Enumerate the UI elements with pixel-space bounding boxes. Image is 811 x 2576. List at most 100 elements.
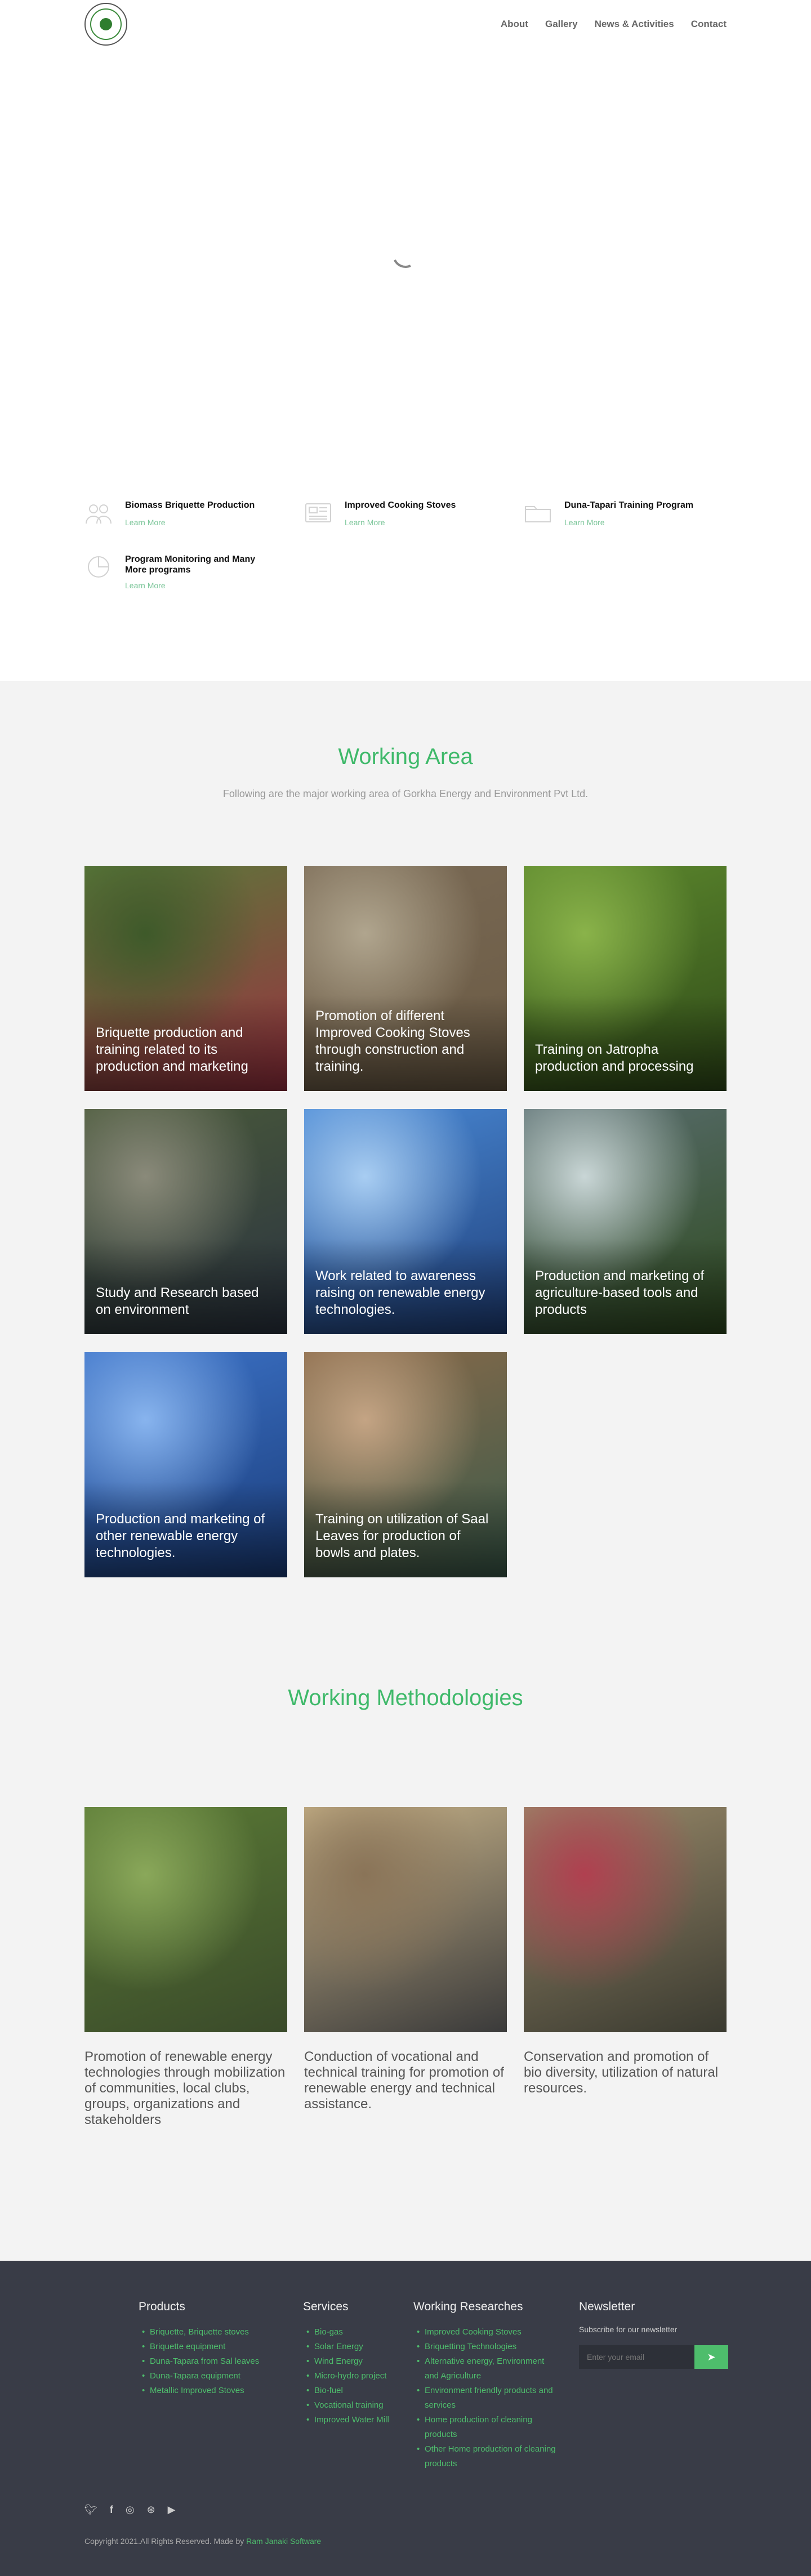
footer-products-list: Briquette, Briquette stovesBriquette equ… — [139, 2325, 279, 2398]
main-nav: About Gallery News & Activities Contact — [492, 19, 727, 30]
service-item[interactable]: Duna-Tapari Training Program Learn More — [524, 498, 704, 543]
learn-more-link[interactable]: Learn More — [345, 518, 385, 527]
methodology-photo — [524, 1807, 727, 2032]
footer-link[interactable]: Environment friendly products and servic… — [413, 2383, 560, 2413]
footer-link[interactable]: Duna-Tapara from Sal leaves — [139, 2354, 279, 2369]
developer-link[interactable]: Ram Janaki Software — [246, 2537, 321, 2546]
footer-link[interactable]: Alternative energy, Environment and Agri… — [413, 2354, 560, 2383]
hero-slider — [0, 51, 811, 490]
newspaper-icon — [305, 503, 331, 522]
footer-link[interactable]: Briquette, Briquette stoves — [139, 2325, 279, 2340]
card-caption: Training on utilization of Saal Leaves f… — [315, 1511, 489, 1560]
footer-link[interactable]: Improved Water Mill — [303, 2413, 399, 2427]
card-caption: Production and marketing of other renewa… — [96, 1511, 265, 1560]
nav-about[interactable]: About — [492, 19, 537, 30]
footer-products: Products Briquette, Briquette stovesBriq… — [139, 2300, 279, 2398]
loading-spinner-icon — [389, 238, 422, 272]
service-item[interactable]: Improved Cooking Stoves Learn More — [304, 498, 484, 543]
nav-gallery[interactable]: Gallery — [537, 19, 586, 30]
working-area-card[interactable]: Training on utilization of Saal Leaves f… — [304, 1352, 507, 1577]
dribbble-icon[interactable]: ⊛ — [147, 2504, 155, 2516]
footer-link[interactable]: Duna-Tapara equipment — [139, 2369, 279, 2383]
services-section: Biomass Briquette Production Learn More … — [0, 490, 811, 681]
social-links: 🐦︎ f ◎ ⊛ ▶ — [84, 2504, 176, 2516]
methodology-card: Conservation and promotion of bio divers… — [524, 1807, 727, 2096]
card-caption: Briquette production and training relate… — [96, 1025, 248, 1074]
pie-chart-icon — [88, 556, 109, 578]
methodology-text: Conduction of vocational and technical t… — [304, 2049, 504, 2112]
learn-more-link[interactable]: Learn More — [564, 518, 605, 527]
newsletter-title: Newsletter — [579, 2300, 635, 2313]
send-icon: ➤ — [707, 2351, 716, 2363]
service-title: Duna-Tapari Training Program — [564, 500, 694, 510]
footer-link[interactable]: Wind Energy — [303, 2354, 399, 2369]
working-area-card[interactable]: Production and marketing of agriculture-… — [524, 1109, 727, 1334]
service-item[interactable]: Program Monitoring and Many More program… — [84, 552, 265, 597]
service-item[interactable]: Biomass Briquette Production Learn More — [84, 498, 265, 543]
copyright-text: Copyright 2021.All Rights Reserved. Made… — [84, 2537, 247, 2546]
service-title: Biomass Briquette Production — [125, 500, 255, 510]
footer-link[interactable]: Solar Energy — [303, 2340, 399, 2354]
site-header: About Gallery News & Activities Contact — [0, 0, 811, 51]
people-icon — [86, 504, 112, 524]
card-caption: Promotion of different Improved Cooking … — [315, 1008, 470, 1074]
working-area-card[interactable]: Briquette production and training relate… — [84, 866, 287, 1091]
footer-link[interactable]: Briquette equipment — [139, 2340, 279, 2354]
methodology-photo — [84, 1807, 287, 2032]
learn-more-link[interactable]: Learn More — [125, 518, 166, 527]
working-area-card[interactable]: Study and Research based on environment — [84, 1109, 287, 1334]
footer-services-list: Bio-gasSolar EnergyWind EnergyMicro-hydr… — [303, 2325, 399, 2427]
folder-icon — [525, 506, 551, 522]
footer-link[interactable]: Metallic Improved Stoves — [139, 2383, 279, 2398]
facebook-icon[interactable]: f — [110, 2504, 113, 2516]
twitter-icon[interactable]: 🐦︎ — [84, 2504, 97, 2516]
footer-link[interactable]: Vocational training — [303, 2398, 399, 2413]
footer-research-title: Working Researches — [413, 2300, 523, 2313]
working-area-card[interactable]: Work related to awareness raising on ren… — [304, 1109, 507, 1334]
logo-emblem — [100, 18, 112, 30]
footer-link[interactable]: Improved Cooking Stoves — [413, 2325, 560, 2340]
methodology-card: Promotion of renewable energy technologi… — [84, 1807, 287, 2128]
working-area-card[interactable]: Training on Jatropha production and proc… — [524, 866, 727, 1091]
newsletter-email-input[interactable] — [579, 2345, 694, 2369]
footer-link[interactable]: Bio-gas — [303, 2325, 399, 2340]
methodology-text: Conservation and promotion of bio divers… — [524, 2049, 719, 2096]
nav-news-activities[interactable]: News & Activities — [586, 19, 683, 30]
working-area-title: Working Area — [338, 744, 473, 769]
service-title: Program Monitoring and Many More program… — [125, 554, 256, 575]
copyright: Copyright 2021.All Rights Reserved. Made… — [84, 2537, 321, 2546]
footer-research-list: Improved Cooking StovesBriquetting Techn… — [413, 2325, 560, 2471]
card-caption: Work related to awareness raising on ren… — [315, 1268, 485, 1317]
footer-link[interactable]: Home production of cleaning products — [413, 2413, 560, 2442]
newsletter-form: ➤ — [579, 2345, 731, 2369]
newsletter-submit-button[interactable]: ➤ — [694, 2345, 728, 2369]
working-area-section: Working Area Following are the major wor… — [0, 681, 811, 1661]
working-area-card[interactable]: Promotion of different Improved Cooking … — [304, 866, 507, 1091]
logo-ring — [90, 8, 122, 40]
youtube-icon[interactable]: ▶ — [168, 2504, 176, 2516]
newsletter-subtitle: Subscribe for our newsletter — [579, 2325, 678, 2334]
footer-link[interactable]: Micro-hydro project — [303, 2369, 399, 2383]
instagram-icon[interactable]: ◎ — [126, 2504, 135, 2516]
card-caption: Training on Jatropha production and proc… — [535, 1042, 694, 1074]
methodologies-title: Working Methodologies — [288, 1685, 523, 1710]
footer-link[interactable]: Bio-fuel — [303, 2383, 399, 2398]
working-area-card[interactable]: Production and marketing of other renewa… — [84, 1352, 287, 1577]
footer-newsletter: Newsletter Subscribe for our newsletter … — [579, 2300, 731, 2369]
footer-services-title: Services — [303, 2300, 349, 2313]
nav-contact[interactable]: Contact — [683, 19, 727, 30]
service-title: Improved Cooking Stoves — [345, 500, 456, 510]
methodology-text: Promotion of renewable energy technologi… — [84, 2049, 286, 2127]
methodology-photo — [304, 1807, 507, 2032]
footer-research: Working Researches Improved Cooking Stov… — [413, 2300, 560, 2471]
methodology-card: Conduction of vocational and technical t… — [304, 1807, 507, 2112]
footer-link[interactable]: Briquetting Technologies — [413, 2340, 560, 2354]
footer-link[interactable]: Other Home production of cleaning produc… — [413, 2442, 560, 2471]
learn-more-link[interactable]: Learn More — [125, 581, 166, 590]
footer-services: Services Bio-gasSolar EnergyWind EnergyM… — [303, 2300, 399, 2427]
working-area-subtitle: Following are the major working area of … — [222, 788, 589, 799]
methodologies-section: Working Methodologies Promotion of renew… — [0, 1661, 811, 2261]
site-footer: Products Briquette, Briquette stovesBriq… — [0, 2261, 811, 2576]
site-logo[interactable] — [84, 3, 127, 46]
card-caption: Production and marketing of agriculture-… — [535, 1268, 705, 1317]
